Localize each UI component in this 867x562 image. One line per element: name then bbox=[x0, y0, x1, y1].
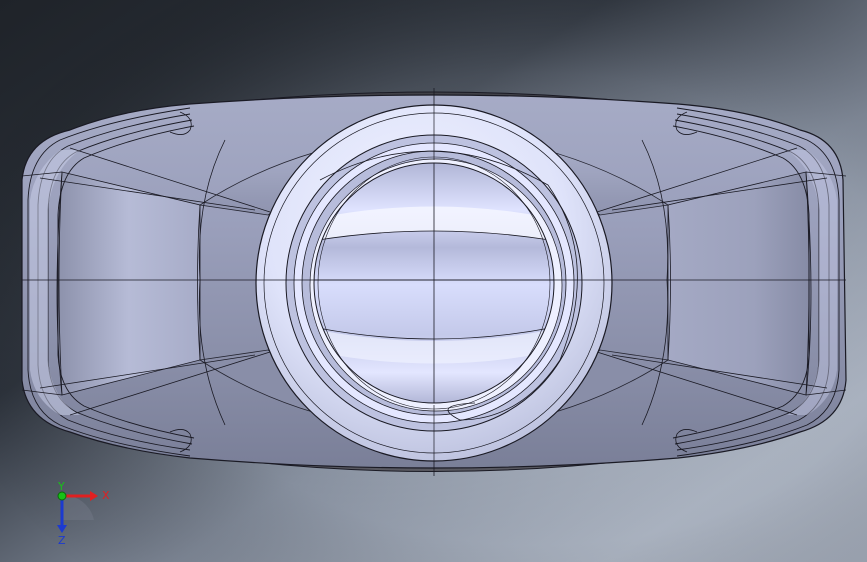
z-axis-label: Z bbox=[58, 534, 66, 547]
bottle-model[interactable] bbox=[21, 88, 847, 476]
y-axis-dot bbox=[57, 491, 67, 501]
y-axis-label: Y bbox=[57, 480, 65, 493]
left-end-face bbox=[56, 171, 201, 396]
x-axis-label: X bbox=[102, 489, 110, 502]
right-end-face bbox=[667, 171, 812, 396]
graphics-viewport[interactable]: X Y Z bbox=[0, 0, 867, 562]
model-canvas[interactable]: X Y Z bbox=[0, 0, 867, 562]
